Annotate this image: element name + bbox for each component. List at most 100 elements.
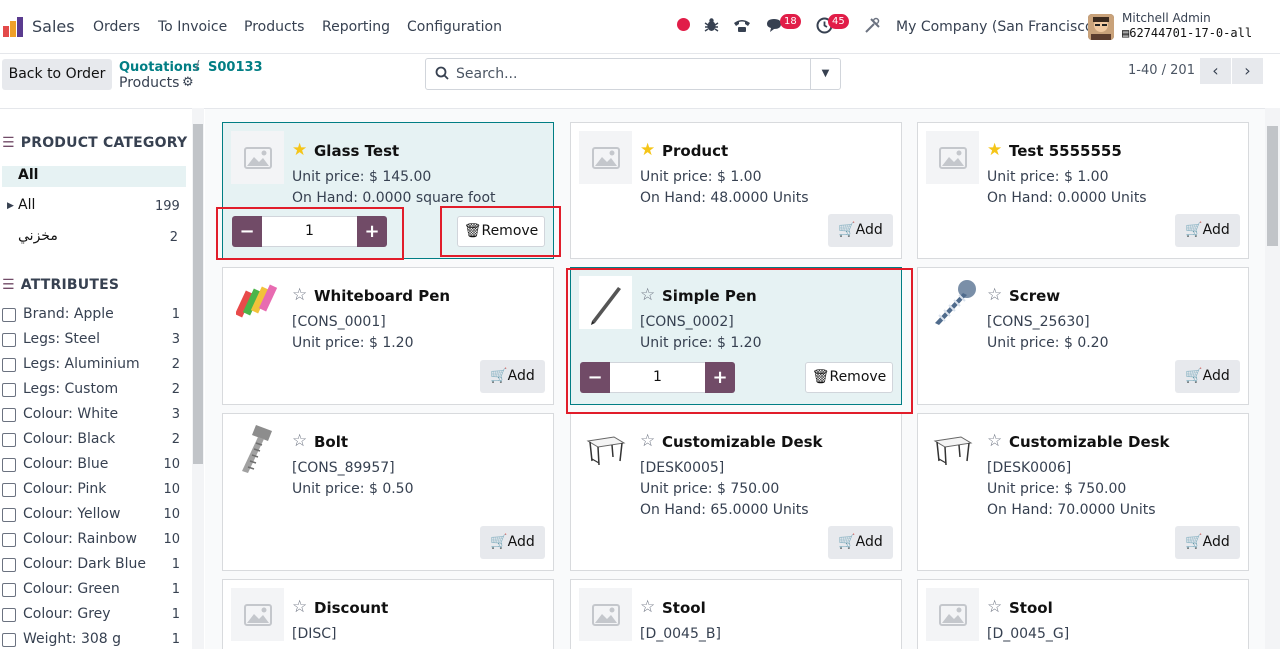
menu-to-invoice[interactable]: To Invoice xyxy=(158,19,227,35)
menu-orders[interactable]: Orders xyxy=(93,19,140,35)
product-name: Stool xyxy=(1009,599,1053,617)
product-card[interactable]: ☆ Whiteboard Pen [CONS_0001] Unit price: $ … xyxy=(222,267,554,405)
attribute-checkbox[interactable] xyxy=(2,358,16,372)
attribute-filter-item[interactable]: Colour: Grey 1 xyxy=(2,605,188,625)
attribute-filter-item[interactable]: Colour: Green 1 xyxy=(2,580,188,600)
attribute-filter-item[interactable]: Legs: Steel 3 xyxy=(2,330,188,350)
main-scrollbar-thumb[interactable] xyxy=(1267,126,1278,246)
favorite-star-icon[interactable]: ★ xyxy=(292,140,307,160)
favorite-star-icon[interactable]: ☆ xyxy=(640,431,655,451)
sales-app-icon[interactable] xyxy=(2,16,24,38)
product-card[interactable]: ★ Test 5555555 Unit price: $ 1.00 On Hand: … xyxy=(917,122,1249,259)
tools-icon[interactable] xyxy=(864,17,881,38)
breadcrumb-quotations[interactable]: Quotations xyxy=(119,60,200,75)
attribute-checkbox[interactable] xyxy=(2,458,16,472)
highlight-quantity-box xyxy=(216,207,404,260)
attribute-filter-item[interactable]: Brand: Apple 1 xyxy=(2,305,188,325)
product-name: Test 5555555 xyxy=(1009,142,1122,160)
add-button[interactable]: 🛒Add xyxy=(1175,526,1240,559)
attribute-filter-item[interactable]: Colour: Black 2 xyxy=(2,430,188,450)
bug-icon[interactable] xyxy=(704,17,719,37)
product-image xyxy=(579,131,632,184)
search-input[interactable] xyxy=(456,60,810,88)
attribute-checkbox[interactable] xyxy=(2,533,16,547)
add-button[interactable]: 🛒Add xyxy=(1175,360,1240,393)
attribute-checkbox[interactable] xyxy=(2,583,16,597)
favorite-star-icon[interactable]: ☆ xyxy=(987,597,1002,617)
category-count: 199 xyxy=(155,199,180,214)
product-card[interactable]: ★ Product Unit price: $ 1.00 On Hand: 48.00… xyxy=(570,122,902,259)
attribute-filter-item[interactable]: Weight: 308 g 1 xyxy=(2,630,188,649)
page-title: Products xyxy=(119,75,180,91)
add-button[interactable]: 🛒Add xyxy=(480,526,545,559)
gear-icon[interactable]: ⚙ xyxy=(182,75,194,90)
product-card[interactable]: ☆ Discount [DISC] xyxy=(222,579,554,649)
record-icon[interactable] xyxy=(677,18,690,31)
add-button[interactable]: 🛒Add xyxy=(480,360,545,393)
attribute-filter-item[interactable]: Colour: White 3 xyxy=(2,405,188,425)
attribute-checkbox[interactable] xyxy=(2,383,16,397)
company-switcher[interactable]: My Company (San Francisco) xyxy=(896,19,1099,35)
favorite-star-icon[interactable]: ☆ xyxy=(292,431,307,451)
sidebar-scrollbar-thumb[interactable] xyxy=(193,124,203,464)
product-card[interactable]: ☆ Customizable Desk [DESK0005] Unit price: … xyxy=(570,413,902,571)
attribute-label: Colour: Grey xyxy=(23,606,111,622)
attribute-checkbox[interactable] xyxy=(2,483,16,497)
search-options-toggle[interactable]: ▼ xyxy=(810,59,840,89)
product-card[interactable]: ☆ Customizable Desk [DESK0006] Unit price: … xyxy=(917,413,1249,571)
back-to-order-button[interactable]: Back to Order xyxy=(2,59,112,90)
attribute-filter-item[interactable]: Colour: Blue 10 xyxy=(2,455,188,475)
phone-icon[interactable] xyxy=(732,17,752,37)
menu-configuration[interactable]: Configuration xyxy=(407,19,502,35)
attribute-checkbox[interactable] xyxy=(2,308,16,322)
favorite-star-icon[interactable]: ★ xyxy=(987,140,1002,160)
favorite-star-icon[interactable]: ☆ xyxy=(640,597,655,617)
app-name[interactable]: Sales xyxy=(32,17,75,36)
product-detail: On Hand: 70.0000 Units xyxy=(987,502,1156,518)
favorite-star-icon[interactable]: ☆ xyxy=(292,285,307,305)
attribute-count: 1 xyxy=(171,557,180,572)
attribute-filter-item[interactable]: Legs: Custom 2 xyxy=(2,380,188,400)
caret-right-icon[interactable]: ▶ xyxy=(7,201,14,211)
attribute-filter-item[interactable]: Colour: Rainbow 10 xyxy=(2,530,188,550)
attribute-filter-item[interactable]: Colour: Pink 10 xyxy=(2,480,188,500)
attribute-checkbox[interactable] xyxy=(2,433,16,447)
product-detail: [DESK0006] xyxy=(987,460,1072,476)
menu-products[interactable]: Products xyxy=(244,19,304,35)
attribute-checkbox[interactable] xyxy=(2,633,16,647)
category-all-sub[interactable]: All xyxy=(18,197,35,213)
favorite-star-icon[interactable]: ★ xyxy=(640,140,655,160)
pager-next-button[interactable]: › xyxy=(1232,58,1263,84)
product-card[interactable]: ☆ Stool [D_0045_B] xyxy=(570,579,902,649)
category-all[interactable]: All xyxy=(18,167,38,183)
attribute-filter-item[interactable]: Colour: Dark Blue 1 xyxy=(2,555,188,575)
add-button[interactable]: 🛒Add xyxy=(828,526,893,559)
attribute-checkbox[interactable] xyxy=(2,558,16,572)
attribute-checkbox[interactable] xyxy=(2,508,16,522)
attribute-checkbox[interactable] xyxy=(2,408,16,422)
favorite-star-icon[interactable]: ☆ xyxy=(987,285,1002,305)
pager-previous-button[interactable]: ‹ xyxy=(1200,58,1231,84)
user-name[interactable]: Mitchell Admin xyxy=(1122,11,1211,25)
product-card[interactable]: ☆ Stool [D_0045_G] xyxy=(917,579,1249,649)
favorite-star-icon[interactable]: ☆ xyxy=(987,431,1002,451)
product-card[interactable]: ☆ Screw [CONS_25630] Unit price: $ 0.20 🛒Add xyxy=(917,267,1249,405)
product-detail: On Hand: 0.0000 Units xyxy=(987,190,1147,206)
attribute-label: Legs: Steel xyxy=(23,331,101,347)
favorite-star-icon[interactable]: ☆ xyxy=(292,597,307,617)
attribute-checkbox[interactable] xyxy=(2,333,16,347)
user-avatar[interactable] xyxy=(1088,14,1114,40)
attribute-checkbox[interactable] xyxy=(2,608,16,622)
breadcrumb-order[interactable]: S00133 xyxy=(208,60,263,75)
product-card[interactable]: ☆ Bolt [CONS_89957] Unit price: $ 0.50 🛒Add xyxy=(222,413,554,571)
add-button[interactable]: 🛒Add xyxy=(1175,214,1240,247)
category-storable[interactable]: مخزني xyxy=(18,228,58,244)
menu-reporting[interactable]: Reporting xyxy=(322,19,390,35)
attribute-filter-item[interactable]: Colour: Yellow 10 xyxy=(2,505,188,525)
attribute-filter-item[interactable]: Legs: Aluminium 2 xyxy=(2,355,188,375)
highlight-remove-box xyxy=(440,206,561,257)
add-button[interactable]: 🛒Add xyxy=(828,214,893,247)
product-image xyxy=(926,276,979,329)
pager-value[interactable]: 1-40 / 201 xyxy=(1128,63,1195,78)
attribute-count: 2 xyxy=(171,382,180,397)
